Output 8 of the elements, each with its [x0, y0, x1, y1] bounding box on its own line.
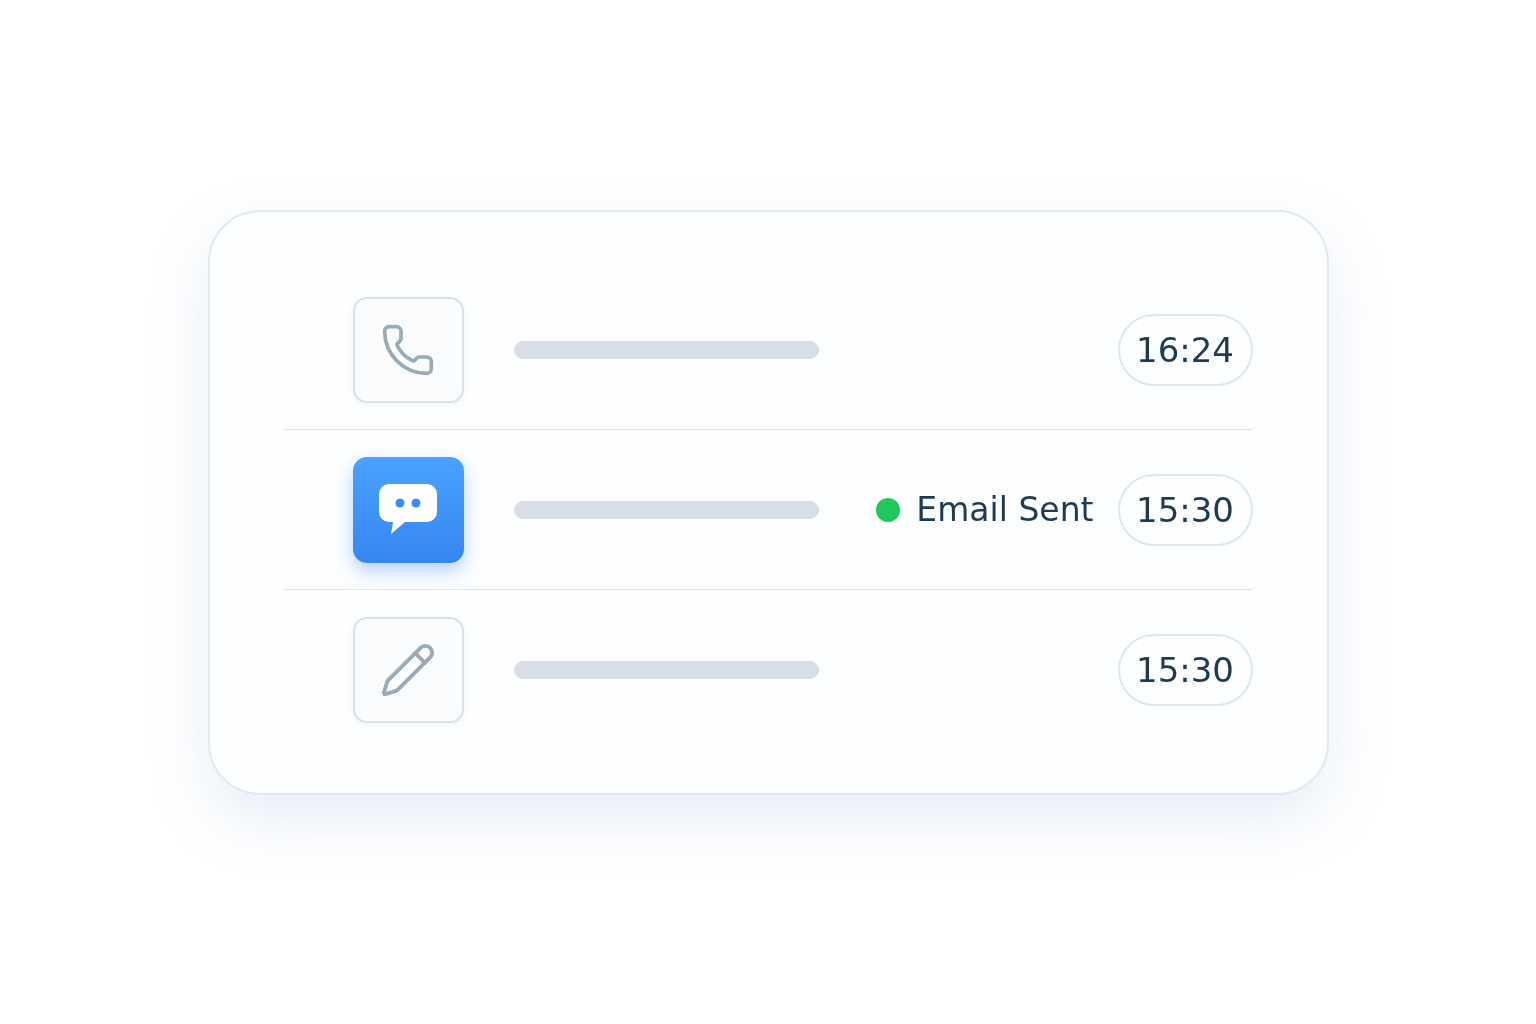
icon-tile[interactable] — [352, 456, 464, 563]
status-label: Email Sent — [916, 490, 1094, 529]
icon-tile[interactable] — [352, 296, 464, 403]
time-label: 15:30 — [1117, 634, 1253, 706]
time-label: 15:30 — [1117, 473, 1253, 546]
icon-tile[interactable] — [352, 617, 464, 723]
pencil-icon — [379, 641, 437, 699]
time-label: 16:24 — [1117, 313, 1253, 386]
